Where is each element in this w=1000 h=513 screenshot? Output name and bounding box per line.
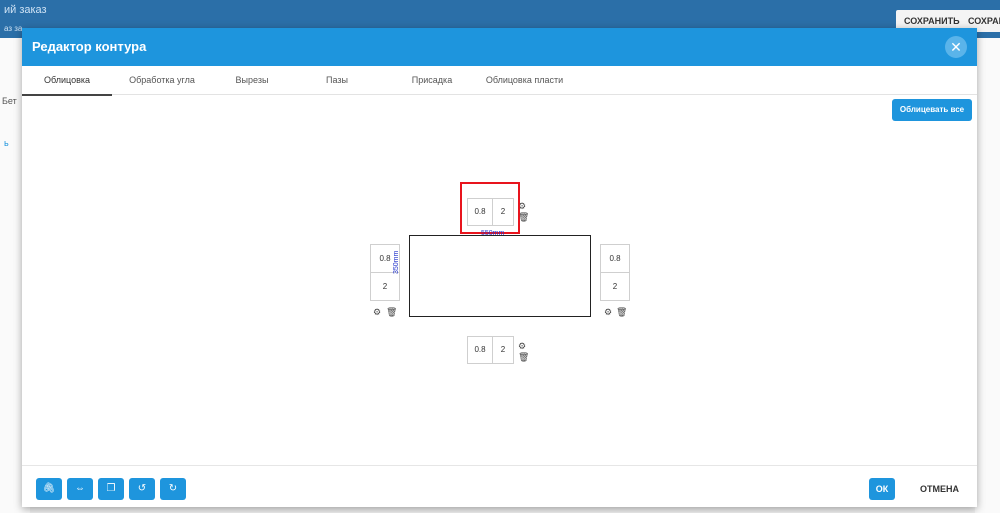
tab-cutouts[interactable]: Вырезы xyxy=(212,66,292,94)
gear-icon[interactable]: ⚙ xyxy=(373,307,381,317)
contour-shape xyxy=(409,235,591,317)
app-subtitle: аз за xyxy=(4,24,23,33)
contour-editor-dialog: Редактор контура ✕ Облицовка Обработка у… xyxy=(22,28,977,507)
cancel-button[interactable]: ОТМЕНА xyxy=(920,484,959,494)
tab-drilling[interactable]: Присадка xyxy=(392,66,472,94)
tab-bar: Облицовка Обработка угла Вырезы Пазы При… xyxy=(22,66,977,96)
app-title: ий заказ xyxy=(4,4,47,16)
close-button[interactable]: ✕ xyxy=(945,36,967,58)
background-link[interactable]: ь xyxy=(4,138,9,148)
tab-face-edging[interactable]: Облицовка пласти xyxy=(472,66,577,94)
attach-button[interactable]: 🖇 xyxy=(36,478,62,500)
tab-edging[interactable]: Облицовка xyxy=(22,66,112,96)
mirror-button[interactable]: ⇔ xyxy=(67,478,93,500)
left-edge-width-field[interactable]: 2 xyxy=(370,272,400,301)
rotate-right-button[interactable]: ↻ xyxy=(160,478,186,500)
copy-icon: ❐ xyxy=(106,483,116,494)
background-right-panel xyxy=(975,38,1000,513)
gear-icon[interactable]: ⚙ xyxy=(518,341,526,351)
trash-icon[interactable]: 🗑 xyxy=(518,352,529,362)
close-icon: ✕ xyxy=(950,39,962,55)
trash-icon[interactable]: 🗑 xyxy=(616,307,627,317)
copy-button[interactable]: ❐ xyxy=(98,478,124,500)
highlight-box xyxy=(460,182,520,234)
mirror-icon: ⇔ xyxy=(75,483,85,494)
rotate-right-icon: ↻ xyxy=(168,483,178,494)
gear-icon[interactable]: ⚙ xyxy=(604,307,612,317)
tab-grooves[interactable]: Пазы xyxy=(302,66,372,94)
ok-button[interactable]: ОК xyxy=(869,478,895,500)
bottom-edge-width-field[interactable]: 2 xyxy=(492,336,514,364)
bottom-edge-thickness-field[interactable]: 0.8 xyxy=(467,336,493,364)
tab-corner-processing[interactable]: Обработка угла xyxy=(112,66,212,94)
background-text: Бет xyxy=(2,96,17,106)
height-dimension-label: 350mm xyxy=(393,250,400,274)
rotate-left-button[interactable]: ↺ xyxy=(129,478,155,500)
dialog-header: Редактор контура ✕ xyxy=(22,28,977,66)
paperclip-icon: 🖇 xyxy=(42,483,56,494)
rotate-left-icon: ↺ xyxy=(137,483,147,494)
dialog-title: Редактор контура xyxy=(32,39,147,54)
trash-icon[interactable]: 🗑 xyxy=(386,307,397,317)
apply-all-button[interactable]: Облицевать все xyxy=(892,99,972,121)
footer-divider xyxy=(22,465,977,466)
right-edge-width-field[interactable]: 2 xyxy=(600,272,630,301)
right-edge-thickness-field[interactable]: 0.8 xyxy=(600,244,630,274)
